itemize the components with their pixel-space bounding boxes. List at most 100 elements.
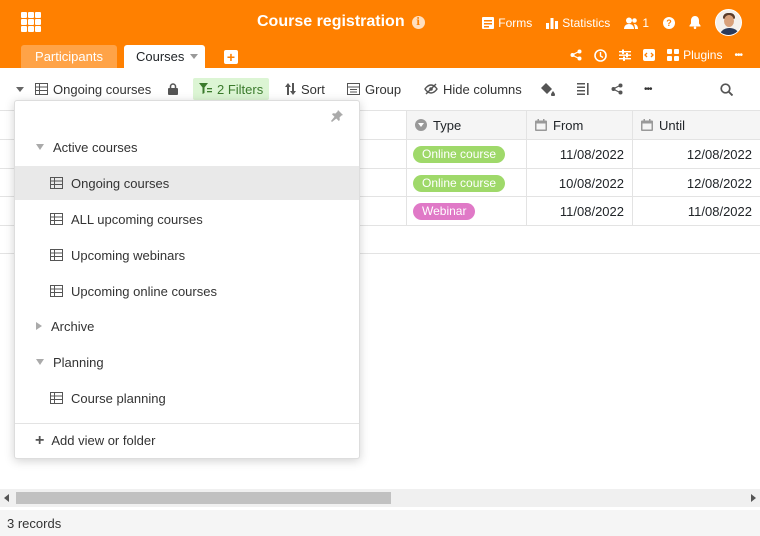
- view-caret-icon: [16, 86, 24, 92]
- view-selector[interactable]: Ongoing courses: [16, 78, 151, 100]
- folder-expanded-icon: [36, 144, 44, 150]
- script-icon[interactable]: [643, 49, 656, 61]
- info-icon[interactable]: i: [411, 15, 425, 29]
- scrollbar-thumb[interactable]: [16, 492, 391, 504]
- single-select-icon: [415, 119, 427, 131]
- toolbar-more-icon: •••: [644, 83, 652, 95]
- base-title: Course registration i: [257, 13, 425, 31]
- column-header-type[interactable]: Type: [406, 111, 527, 139]
- view-item-upcoming-online-courses[interactable]: Upcoming online courses: [15, 274, 359, 308]
- sort-label: Sort: [301, 81, 325, 97]
- tab-courses[interactable]: Courses: [124, 45, 205, 68]
- forms-icon: [482, 16, 495, 29]
- type-badge: Online course: [413, 145, 506, 163]
- pin-icon: [331, 110, 343, 122]
- type-cell[interactable]: Online course: [406, 140, 527, 168]
- collaborators-count: 1: [642, 15, 649, 30]
- until-cell[interactable]: 12/08/2022: [633, 169, 760, 197]
- plus-icon: +: [35, 431, 45, 449]
- app-header: Course registration i Forms Statistics 1…: [0, 0, 760, 68]
- help-icon: ?: [663, 16, 675, 29]
- paint-bucket-icon: [541, 82, 555, 96]
- type-cell[interactable]: Webinar: [406, 197, 527, 225]
- grid-view-icon: [50, 392, 63, 404]
- until-cell[interactable]: 12/08/2022: [633, 140, 760, 168]
- type-cell[interactable]: Online course: [406, 169, 527, 197]
- grid-view-icon: [50, 177, 63, 189]
- hide-columns-button[interactable]: Hide columns: [424, 78, 522, 100]
- add-table-button[interactable]: +: [224, 50, 238, 64]
- view-item-upcoming-webinars[interactable]: Upcoming webinars: [15, 238, 359, 272]
- plugins-label: Plugins: [683, 48, 723, 62]
- row-height-button[interactable]: [577, 78, 590, 100]
- search-button[interactable]: [720, 78, 733, 100]
- record-count: 3 records: [7, 515, 62, 531]
- sort-button[interactable]: Sort: [285, 78, 325, 100]
- until-cell[interactable]: 11/08/2022: [633, 197, 760, 225]
- lock-button[interactable]: [168, 78, 178, 100]
- column-header-until[interactable]: Until: [633, 111, 760, 139]
- hide-columns-label: Hide columns: [443, 81, 522, 97]
- calendar-icon: [641, 119, 653, 131]
- column-header-until-label: Until: [659, 117, 686, 133]
- from-cell[interactable]: 11/08/2022: [527, 140, 633, 168]
- filter-icon: [199, 83, 212, 94]
- current-view-name: Ongoing courses: [53, 81, 152, 97]
- more-options-icon[interactable]: •••: [734, 50, 742, 61]
- add-view-label: Add view or folder: [51, 433, 156, 448]
- tab-courses-label: Courses: [136, 49, 185, 64]
- user-avatar[interactable]: [715, 9, 742, 36]
- type-badge: Online course: [413, 174, 506, 192]
- scroll-right-icon[interactable]: [751, 494, 756, 502]
- group-icon: [347, 83, 360, 95]
- from-cell[interactable]: 11/08/2022: [527, 197, 633, 225]
- folder-label: Archive: [51, 318, 95, 334]
- column-header-from-label: From: [553, 117, 584, 133]
- row-color-button[interactable]: [541, 78, 555, 100]
- history-icon[interactable]: [594, 48, 607, 62]
- view-item-all-upcoming-courses[interactable]: ALL upcoming courses: [15, 202, 359, 236]
- grid-view-icon: [50, 213, 63, 225]
- from-cell[interactable]: 10/08/2022: [527, 169, 633, 197]
- view-item-ongoing-courses[interactable]: Ongoing courses: [15, 166, 359, 200]
- share-view-icon: [611, 83, 623, 95]
- views-dropdown: Active courses Ongoing courses ALL upcom…: [14, 100, 360, 459]
- type-badge: Webinar: [413, 202, 476, 220]
- pin-button[interactable]: [331, 110, 343, 125]
- forms-button[interactable]: Forms: [482, 16, 532, 30]
- folder-expanded-icon: [36, 359, 44, 365]
- folder-archive[interactable]: Archive: [15, 309, 359, 343]
- tab-dropdown-caret-icon[interactable]: [190, 54, 199, 59]
- apps-menu-icon[interactable]: [21, 12, 41, 32]
- folder-planning[interactable]: Planning: [15, 345, 359, 379]
- plugins-button[interactable]: Plugins: [667, 48, 722, 62]
- share-view-button[interactable]: [611, 78, 623, 100]
- horizontal-scrollbar[interactable]: [0, 489, 760, 507]
- column-header-from[interactable]: From: [527, 111, 633, 139]
- sort-icon: [285, 83, 296, 95]
- users-icon: [624, 17, 639, 29]
- help-button[interactable]: ?: [663, 16, 675, 29]
- scroll-left-icon[interactable]: [4, 494, 9, 502]
- table-tools: Plugins •••: [570, 48, 743, 62]
- filters-label: 2 Filters: [217, 81, 264, 97]
- plugins-icon: [667, 49, 680, 61]
- collaborators-button[interactable]: 1: [624, 16, 649, 30]
- view-item-course-planning[interactable]: Course planning: [15, 381, 359, 415]
- add-view-or-folder-button[interactable]: + Add view or folder: [35, 431, 156, 449]
- settings-sliders-icon[interactable]: [619, 49, 632, 61]
- folder-label: Active courses: [53, 139, 138, 155]
- view-label: ALL upcoming courses: [71, 211, 203, 227]
- tab-participants[interactable]: Participants: [21, 45, 117, 68]
- dropdown-divider: [15, 423, 359, 424]
- filters-button[interactable]: 2 Filters: [193, 78, 270, 100]
- statistics-label: Statistics: [562, 15, 611, 30]
- folder-active-courses[interactable]: Active courses: [15, 130, 359, 164]
- group-button[interactable]: Group: [347, 78, 401, 100]
- status-bar: 3 records: [0, 510, 760, 536]
- statistics-button[interactable]: Statistics: [546, 16, 610, 30]
- view-label: Course planning: [71, 390, 166, 406]
- notifications-button[interactable]: [689, 16, 701, 29]
- toolbar-more-button[interactable]: •••: [644, 78, 652, 100]
- share-icon[interactable]: [570, 49, 582, 61]
